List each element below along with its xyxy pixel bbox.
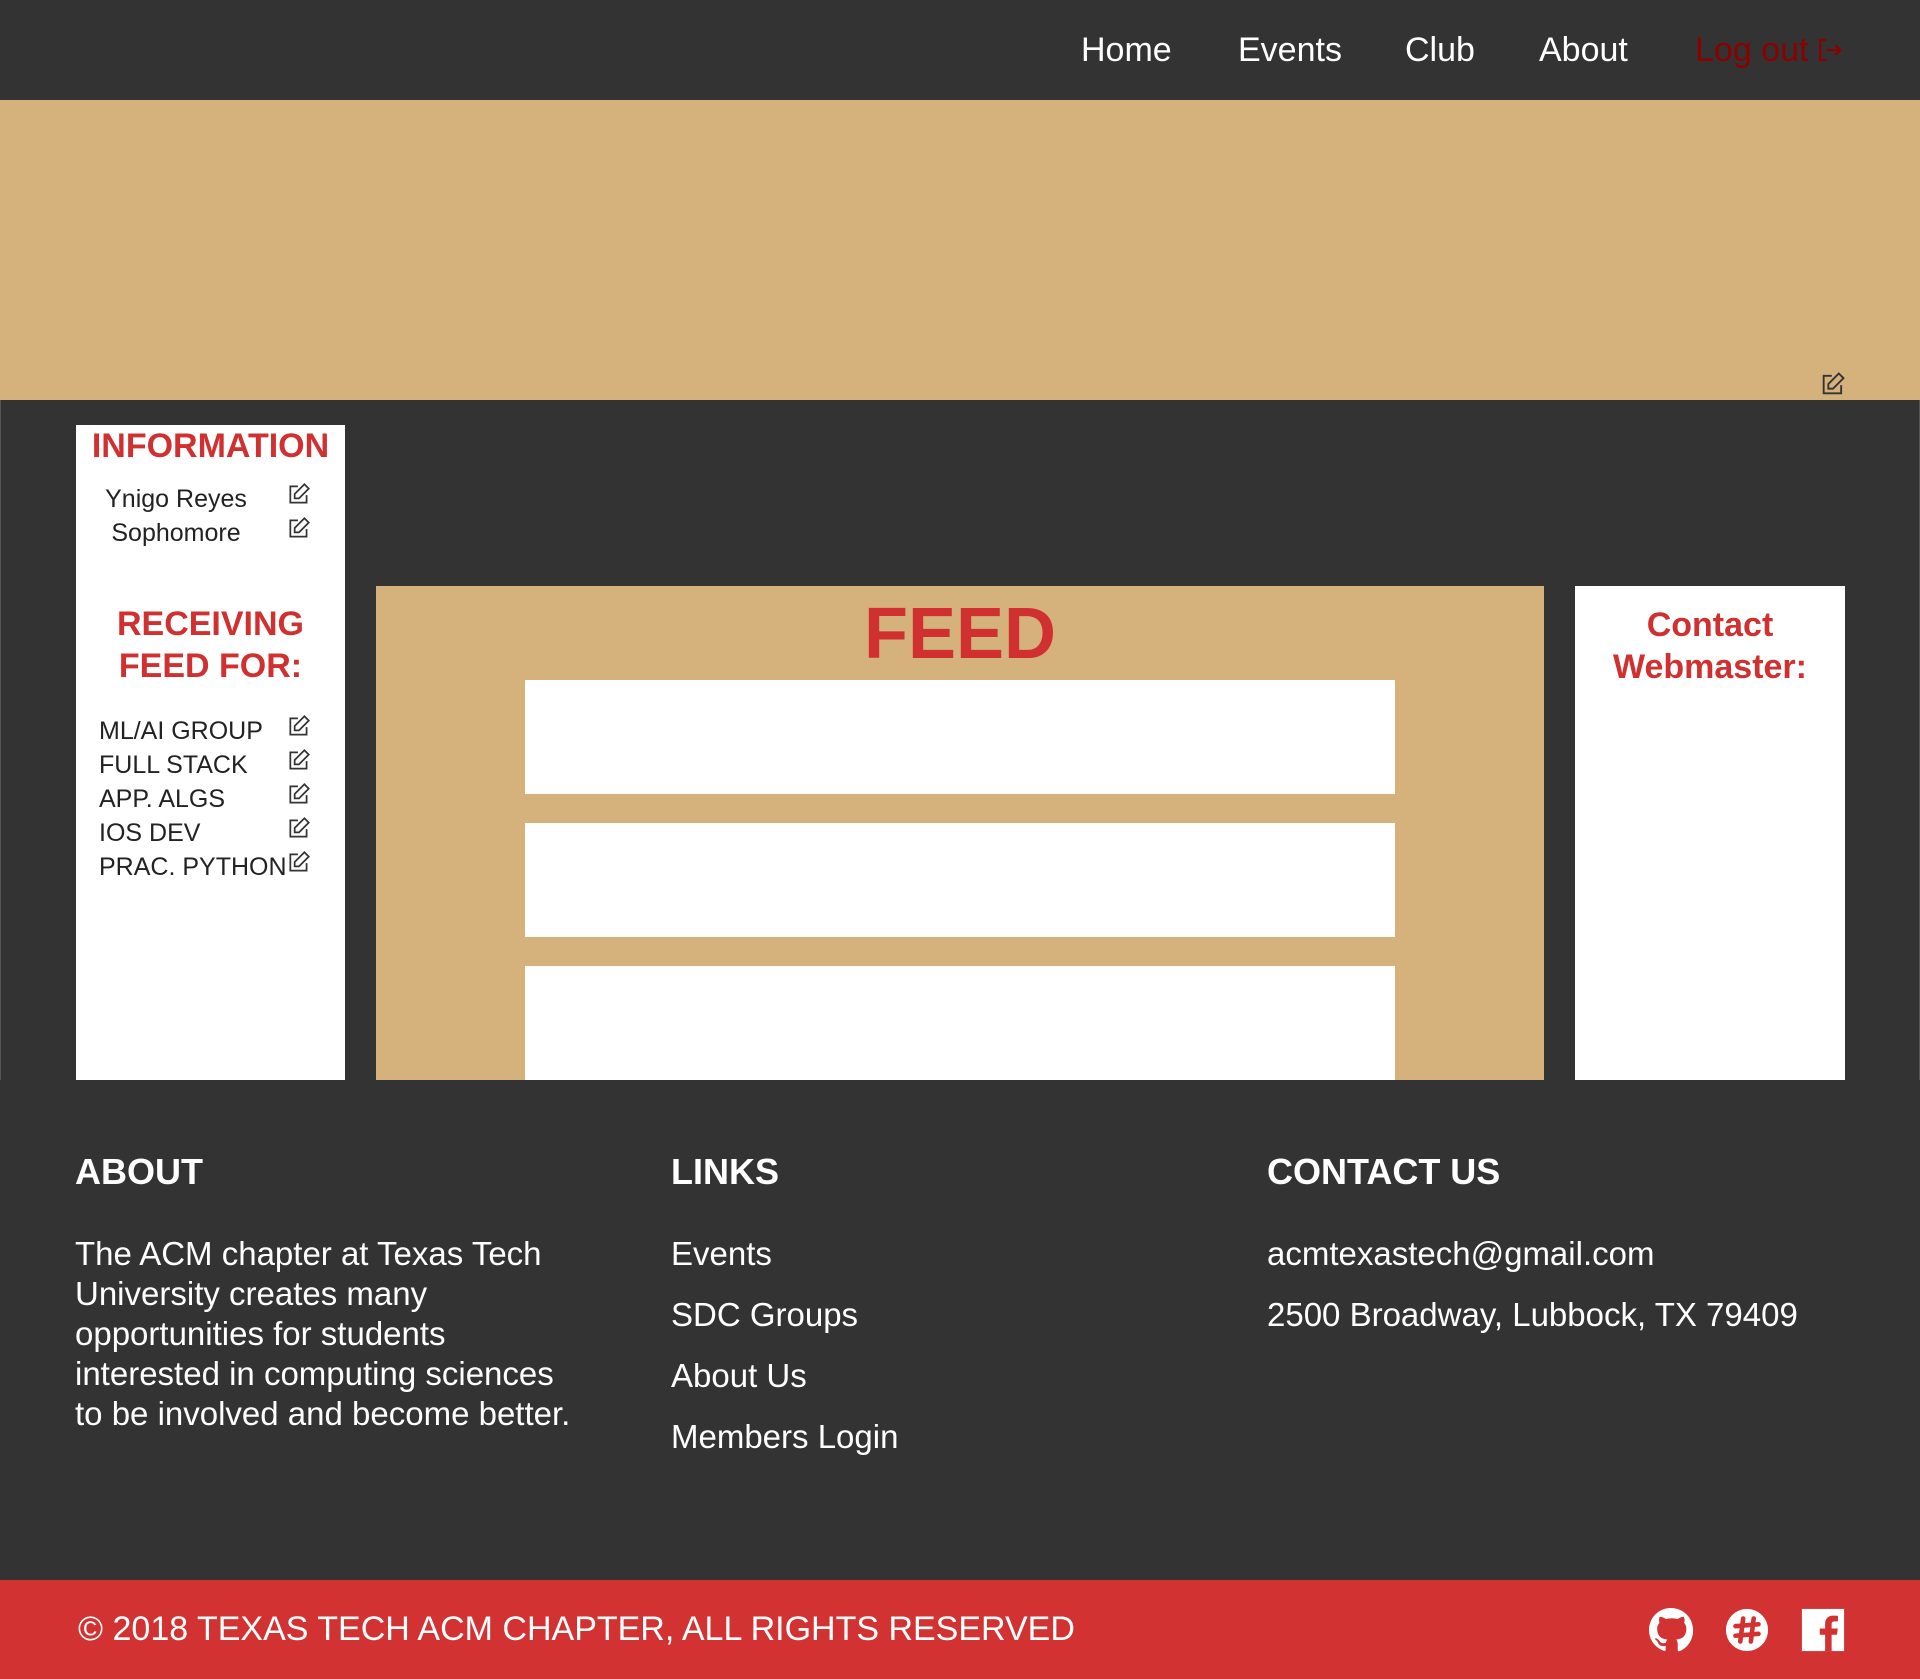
nav-club-link[interactable]: Club	[1405, 30, 1475, 70]
group-row: APP. ALGS	[76, 781, 345, 815]
edit-icon[interactable]	[286, 713, 312, 739]
user-name: Ynigo Reyes	[105, 485, 247, 513]
edit-icon[interactable]	[286, 481, 312, 507]
github-icon[interactable]	[1648, 1607, 1694, 1653]
edit-icon[interactable]	[286, 747, 312, 773]
receiving-feed-heading: RECEIVING FEED FOR:	[76, 603, 345, 687]
about-line: interested in computing sciences	[75, 1355, 554, 1392]
group-label: APP. ALGS	[99, 785, 226, 813]
nav-home-link[interactable]: Home	[1081, 30, 1172, 70]
contact-heading-line2: Webmaster:	[1613, 648, 1807, 686]
facebook-icon[interactable]	[1800, 1607, 1846, 1653]
copyright-bar: © 2018 TEXAS TECH ACM CHAPTER, ALL RIGHT…	[0, 1580, 1920, 1679]
group-row: FULL STACK	[76, 747, 345, 781]
feed-card[interactable]	[525, 680, 1395, 794]
receiving-heading-line1: RECEIVING	[116, 605, 305, 643]
about-line: University creates many	[75, 1275, 428, 1312]
feed-title: FEED	[863, 594, 1057, 674]
edit-icon[interactable]	[286, 781, 312, 807]
profile-banner	[0, 100, 1920, 400]
group-row: PRAC. PYTHON	[76, 849, 345, 883]
logout-icon	[1819, 38, 1843, 62]
slack-icon[interactable]	[1724, 1607, 1770, 1653]
group-label: FULL STACK	[99, 751, 248, 779]
feed-panel: FEED	[376, 586, 1544, 1080]
footer-link-sdc-groups[interactable]: SDC Groups	[671, 1295, 858, 1335]
footer-link-about-us[interactable]: About Us	[671, 1356, 807, 1396]
edit-icon[interactable]	[286, 515, 312, 541]
about-line: The ACM chapter at Texas Tech	[75, 1235, 542, 1272]
contact-heading-line1: Contact	[1646, 606, 1774, 644]
footer: ABOUT The ACM chapter at Texas Tech Univ…	[0, 1080, 1920, 1580]
footer-link-events[interactable]: Events	[671, 1234, 772, 1274]
footer-address: 2500 Broadway, Lubbock, TX 79409	[1267, 1296, 1798, 1333]
contact-webmaster-panel: Contact Webmaster:	[1575, 586, 1845, 1080]
logout-label: Log out	[1695, 31, 1809, 69]
year-row: Sophomore	[76, 515, 345, 549]
group-label: ML/AI GROUP	[99, 717, 263, 745]
footer-about-text: The ACM chapter at Texas Tech University…	[75, 1234, 615, 1434]
about-line: to be involved and become better.	[75, 1395, 571, 1432]
group-label: PRAC. PYTHON	[99, 853, 287, 881]
logout-button[interactable]: Log out	[1695, 30, 1844, 70]
nav-about-link[interactable]: About	[1539, 30, 1628, 70]
name-row: Ynigo Reyes	[76, 481, 345, 515]
footer-links-heading: LINKS	[671, 1151, 779, 1192]
edit-icon[interactable]	[286, 815, 312, 841]
top-navbar: Home Events Club About Log out	[0, 0, 1920, 100]
receiving-heading-line2: FEED FOR:	[118, 647, 303, 685]
edit-icon[interactable]	[286, 849, 312, 875]
group-row: IOS DEV	[76, 815, 345, 849]
about-line: opportunities for students	[75, 1315, 446, 1352]
footer-contact-heading: CONTACT US	[1267, 1151, 1501, 1192]
group-row: ML/AI GROUP	[76, 713, 345, 747]
footer-about-heading: ABOUT	[75, 1151, 203, 1192]
information-heading: INFORMATION	[91, 427, 330, 465]
nav-events-link[interactable]: Events	[1238, 30, 1342, 70]
contact-webmaster-heading: Contact Webmaster:	[1575, 604, 1845, 688]
information-panel: INFORMATION Ynigo Reyes Sophomore RECEIV…	[76, 425, 345, 1080]
feed-card[interactable]	[525, 823, 1395, 937]
edit-icon[interactable]	[1819, 370, 1847, 398]
footer-email[interactable]: acmtexastech@gmail.com	[1267, 1234, 1654, 1274]
copyright-text: © 2018 TEXAS TECH ACM CHAPTER, ALL RIGHT…	[78, 1610, 1075, 1648]
group-label: IOS DEV	[99, 819, 201, 847]
user-year: Sophomore	[111, 519, 241, 547]
footer-link-members-login[interactable]: Members Login	[671, 1417, 898, 1457]
feed-card[interactable]	[525, 966, 1395, 1080]
